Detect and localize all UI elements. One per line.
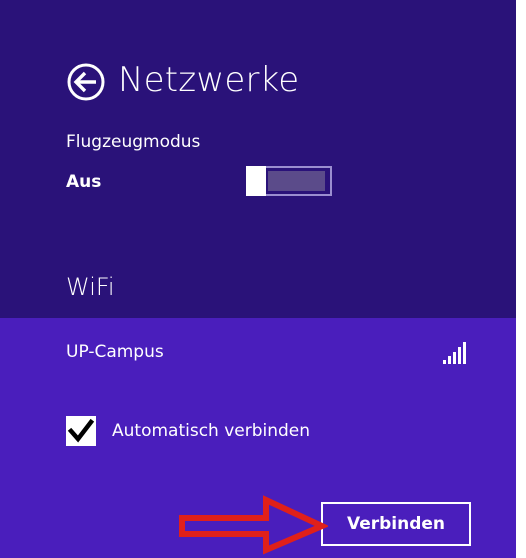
checkmark-icon [67, 418, 95, 443]
network-name: UP-Campus [66, 342, 164, 362]
auto-connect-checkbox[interactable] [66, 416, 96, 446]
connect-button[interactable]: Verbinden [321, 502, 471, 546]
network-item-up-campus[interactable]: UP-Campus [0, 318, 516, 398]
network-flyout: Netzwerke Flugzeugmodus Aus WiFi UP-Camp… [0, 0, 516, 558]
signal-strength-icon [443, 342, 466, 364]
toggle-thumb[interactable] [246, 166, 266, 196]
airplane-mode-toggle[interactable] [246, 166, 332, 196]
back-button[interactable] [66, 62, 106, 102]
toggle-fill [268, 171, 325, 191]
page-title: Netzwerke [118, 60, 300, 100]
auto-connect-label: Automatisch verbinden [112, 421, 311, 441]
airplane-mode-label: Flugzeugmodus [66, 132, 201, 152]
wifi-section-heading: WiFi [66, 273, 115, 301]
airplane-mode-state: Aus [66, 172, 102, 192]
back-arrow-circle-icon [67, 63, 105, 101]
